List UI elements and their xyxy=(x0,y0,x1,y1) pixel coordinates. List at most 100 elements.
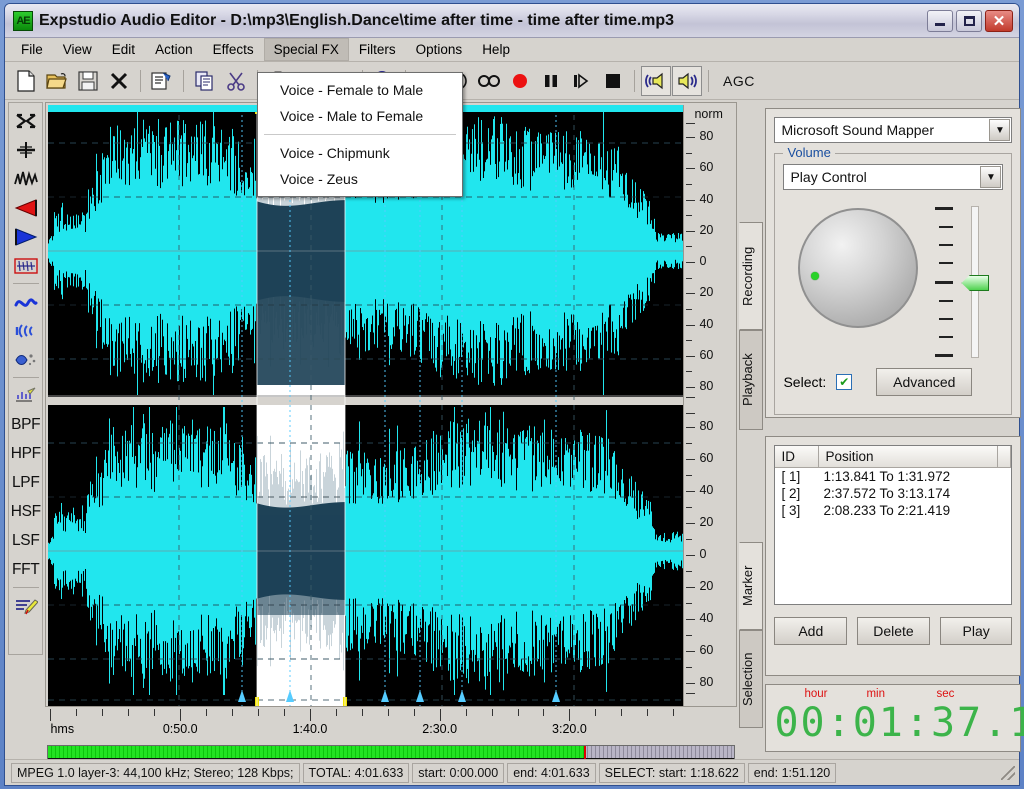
menu-help[interactable]: Help xyxy=(472,38,520,61)
copy-button[interactable] xyxy=(190,66,220,96)
resize-grip-icon[interactable] xyxy=(1001,766,1015,780)
slider-tick xyxy=(939,318,953,320)
table-row[interactable]: [ 1] 1:13.841 To 1:31.972 xyxy=(775,468,1011,485)
echo-icon[interactable] xyxy=(11,316,41,345)
delete-marker-button[interactable]: Delete xyxy=(857,617,930,645)
volume-up-button[interactable] xyxy=(672,66,702,96)
db-minor-tick xyxy=(684,413,735,414)
marker-position: 2:37.572 To 3:13.174 xyxy=(823,486,950,501)
custom-filter-icon[interactable] xyxy=(11,591,41,620)
db-tick-mark xyxy=(686,123,695,124)
db-tick-mark xyxy=(686,475,692,476)
equalizer-icon[interactable] xyxy=(11,381,41,410)
toolbar: 1:1 AGC xyxy=(5,62,1019,100)
flanger-icon[interactable] xyxy=(11,287,41,316)
menu-item-voice-chipmunk[interactable]: Voice - Chipmunk xyxy=(258,140,462,166)
fade-in-icon[interactable] xyxy=(11,193,41,222)
db-minor-tick xyxy=(684,603,735,604)
db-tick: 40 xyxy=(684,619,735,620)
open-file-button[interactable] xyxy=(42,66,72,96)
noise-reduction-icon[interactable] xyxy=(11,345,41,374)
envelope-icon[interactable] xyxy=(11,251,41,280)
agc-label[interactable]: AGC xyxy=(723,73,755,89)
pause-button[interactable] xyxy=(536,66,566,96)
menu-item-voice-male-to-female[interactable]: Voice - Male to Female xyxy=(258,103,462,129)
chevron-down-icon[interactable]: ▼ xyxy=(989,119,1010,141)
advanced-button[interactable]: Advanced xyxy=(876,368,972,396)
record-button[interactable] xyxy=(505,66,535,96)
ruler-tick xyxy=(595,709,596,716)
db-tick-mark xyxy=(686,153,692,154)
db-minor-tick xyxy=(684,693,735,694)
tab-recording[interactable]: Recording xyxy=(739,222,763,330)
menu-filters[interactable]: Filters xyxy=(349,38,406,61)
volume-down-button[interactable] xyxy=(641,66,671,96)
high-pass-filter[interactable]: HPF xyxy=(11,439,41,468)
new-file-button[interactable] xyxy=(11,66,41,96)
db-tick-mark xyxy=(686,293,695,294)
low-shelf-filter[interactable]: LSF xyxy=(11,526,41,555)
tab-marker[interactable]: Marker xyxy=(739,542,763,630)
table-row[interactable]: [ 3] 2:08.233 To 2:21.419 xyxy=(775,502,1011,519)
volume-knob[interactable] xyxy=(798,208,918,328)
fade-out-icon[interactable] xyxy=(11,222,41,251)
low-pass-filter[interactable]: LPF xyxy=(11,468,41,497)
db-minor-tick xyxy=(684,184,735,185)
loop-button[interactable] xyxy=(474,66,504,96)
high-shelf-filter[interactable]: HSF xyxy=(11,497,41,526)
play-to-end-button[interactable] xyxy=(567,66,597,96)
select-checkbox[interactable]: ✔ xyxy=(836,374,852,390)
db-tick: 80 xyxy=(684,683,735,684)
normalize-icon[interactable] xyxy=(11,106,41,135)
menu-view[interactable]: View xyxy=(53,38,102,61)
maximize-button[interactable] xyxy=(956,10,982,32)
menu-file[interactable]: File xyxy=(11,38,53,61)
ruler-tick xyxy=(440,709,441,721)
ruler-tick xyxy=(180,709,181,721)
mixer-line-select[interactable]: Play Control ▼ xyxy=(783,164,1003,190)
menu-options[interactable]: Options xyxy=(406,38,473,61)
column-id[interactable]: ID xyxy=(775,446,819,467)
close-file-button[interactable] xyxy=(104,66,134,96)
db-minor-tick xyxy=(684,340,735,341)
stop-button[interactable] xyxy=(598,66,628,96)
menu-edit[interactable]: Edit xyxy=(102,38,145,61)
time-ruler[interactable]: hms 0:50.01:40.02:30.03:20.0 xyxy=(47,709,682,743)
dc-offset-icon[interactable] xyxy=(11,135,41,164)
properties-button[interactable] xyxy=(147,66,177,96)
band-pass-filter[interactable]: BPF xyxy=(11,410,41,439)
lcd-hour-label: hour xyxy=(804,688,827,700)
db-tick-mark xyxy=(686,683,695,684)
volume-slider[interactable] xyxy=(933,202,993,362)
chevron-down-icon[interactable]: ▼ xyxy=(980,166,1001,188)
db-tick-mark xyxy=(686,137,695,138)
marker-list[interactable]: ID Position [ 1] 1:13.841 To 1:31.972 [ … xyxy=(774,445,1012,605)
tab-selection[interactable]: Selection xyxy=(739,630,763,728)
amplify-icon[interactable] xyxy=(11,164,41,193)
db-tick-label: 60 xyxy=(699,160,713,174)
db-tick: 60 xyxy=(684,459,735,460)
table-row[interactable]: [ 2] 2:37.572 To 3:13.174 xyxy=(775,485,1011,502)
play-marker-button[interactable]: Play xyxy=(940,617,1013,645)
slider-thumb[interactable] xyxy=(961,275,989,291)
close-button[interactable]: ✕ xyxy=(985,10,1013,32)
add-marker-button[interactable]: Add xyxy=(774,617,847,645)
menu-item-voice-zeus[interactable]: Voice - Zeus xyxy=(258,166,462,192)
db-minor-tick xyxy=(684,507,735,508)
cut-button[interactable] xyxy=(221,66,251,96)
fft-filter[interactable]: FFT xyxy=(11,555,41,584)
menu-item-voice-female-to-male[interactable]: Voice - Female to Male xyxy=(258,77,462,103)
slider-tick xyxy=(939,300,953,302)
menu-action[interactable]: Action xyxy=(145,38,203,61)
ruler-tick xyxy=(128,709,129,716)
main-window: AE Expstudio Audio Editor - D:\mp3\Engli… xyxy=(4,3,1020,786)
tab-playback[interactable]: Playback xyxy=(739,330,763,430)
minimize-button[interactable] xyxy=(927,10,953,32)
device-select[interactable]: Microsoft Sound Mapper ▼ xyxy=(774,117,1012,143)
menu-special-fx[interactable]: Special FX xyxy=(264,38,349,61)
menu-effects[interactable]: Effects xyxy=(203,38,264,61)
db-scale-title: norm xyxy=(694,107,722,121)
ruler-tick xyxy=(336,709,337,716)
save-file-button[interactable] xyxy=(73,66,103,96)
column-position[interactable]: Position xyxy=(819,446,998,467)
